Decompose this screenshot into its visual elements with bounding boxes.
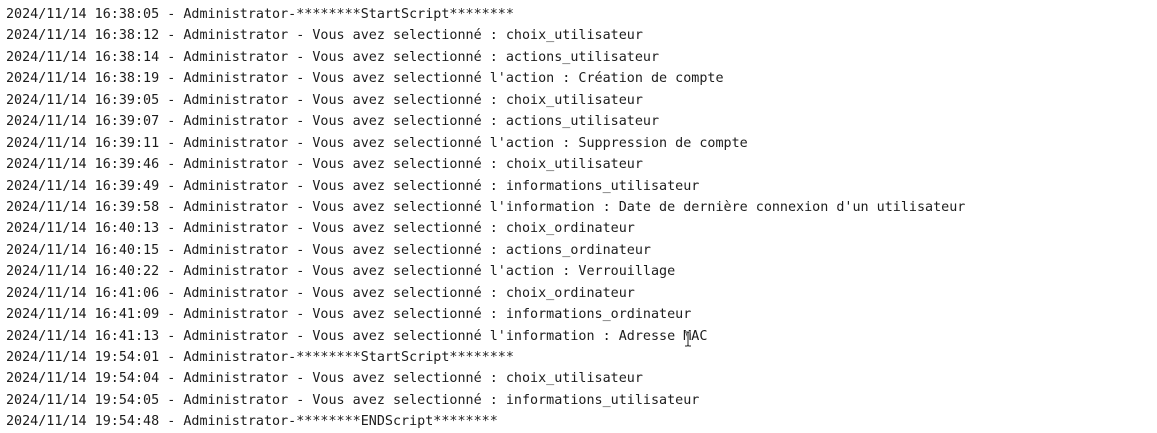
log-line: 2024/11/14 16:38:12 - Administrator - Vo… [6, 28, 643, 44]
log-line: 2024/11/14 19:54:04 - Administrator - Vo… [6, 371, 643, 387]
log-text-area[interactable]: 2024/11/14 16:38:05 - Administrator-****… [0, 0, 1157, 433]
log-line: 2024/11/14 16:39:46 - Administrator - Vo… [6, 157, 643, 173]
log-line: 2024/11/14 16:38:19 - Administrator - Vo… [6, 71, 724, 87]
log-line: 2024/11/14 19:54:01 - Administrator-****… [6, 350, 514, 365]
log-line: 2024/11/14 16:41:13 - Administrator - Vo… [6, 328, 708, 344]
log-line: 2024/11/14 16:39:07 - Administrator - Vo… [6, 114, 660, 130]
log-line: 2024/11/14 19:54:05 - Administrator - Vo… [6, 392, 700, 408]
log-line: 2024/11/14 19:54:48 - Administrator-****… [6, 414, 498, 430]
log-line: 2024/11/14 16:41:09 - Administrator - Vo… [6, 307, 692, 323]
log-line: 2024/11/14 16:39:05 - Administrator - Vo… [6, 92, 643, 108]
log-line: 2024/11/14 16:40:22 - Administrator - Vo… [6, 264, 676, 280]
log-line: 2024/11/14 16:38:14 - Administrator - Vo… [6, 49, 660, 65]
log-lines: 2024/11/14 16:38:05 - Administrator-****… [6, 4, 965, 433]
log-line: 2024/11/14 16:40:15 - Administrator - Vo… [6, 242, 651, 258]
log-line: 2024/11/14 16:41:06 - Administrator - Vo… [6, 285, 635, 301]
log-line: 2024/11/14 16:39:49 - Administrator - Vo… [6, 178, 700, 194]
log-line: 2024/11/14 16:39:11 - Administrator - Vo… [6, 135, 748, 151]
log-line: 2024/11/14 16:38:05 - Administrator-****… [6, 7, 514, 22]
log-line: 2024/11/14 16:39:58 - Administrator - Vo… [6, 199, 966, 215]
log-line: 2024/11/14 16:40:13 - Administrator - Vo… [6, 221, 635, 237]
